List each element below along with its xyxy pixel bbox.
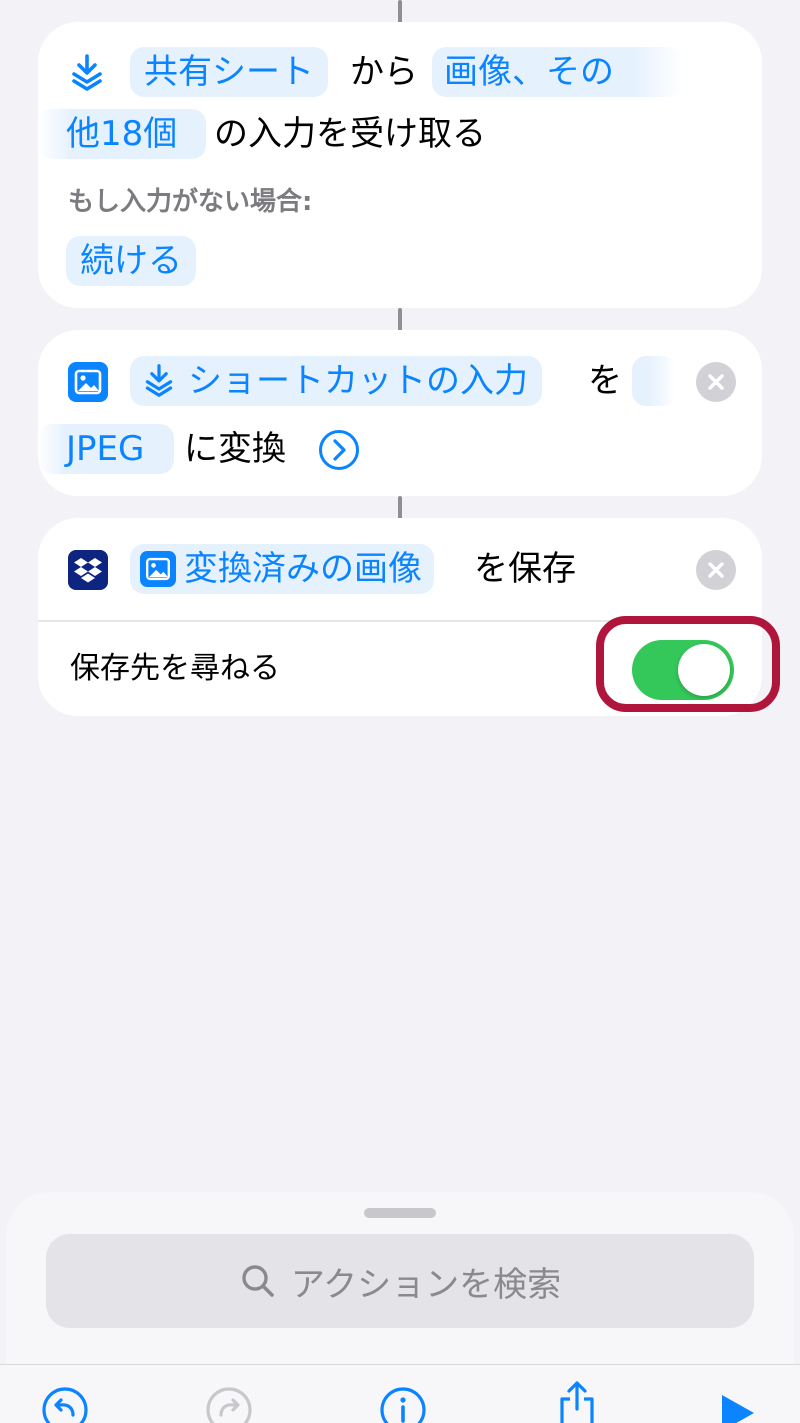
- close-icon: [708, 562, 724, 578]
- input-types-chip-continued[interactable]: 他18個: [38, 109, 206, 159]
- shortcut-input-icon: [142, 362, 176, 412]
- chevron-circle-right-icon[interactable]: [318, 429, 360, 475]
- action-receive-input[interactable]: 共有シート から 画像、その 他18個 の入力を受け取る もし入力がない場合: …: [38, 22, 762, 308]
- search-input[interactable]: アクションを検索: [46, 1234, 754, 1328]
- no-input-label: もし入力がない場合:: [68, 187, 313, 217]
- info-button[interactable]: [378, 1385, 428, 1423]
- connector-line: [398, 308, 402, 332]
- share-sheet-chip[interactable]: 共有シート: [130, 47, 328, 97]
- converted-image-variable-chip[interactable]: 変換済みの画像: [130, 544, 434, 594]
- info-icon: [380, 1387, 426, 1423]
- shortcut-input-icon: [68, 52, 106, 96]
- play-icon: [722, 1395, 754, 1423]
- photo-icon: [140, 551, 176, 601]
- format-chip-fade[interactable]: [632, 356, 676, 406]
- text-save: を保存: [474, 549, 576, 589]
- close-button[interactable]: [696, 550, 736, 590]
- input-types-chip[interactable]: 画像、その: [432, 47, 682, 97]
- text-from: から: [350, 52, 418, 92]
- connector-line: [398, 0, 402, 24]
- text-convert: に変換: [184, 429, 286, 469]
- close-icon: [708, 374, 724, 390]
- close-button[interactable]: [696, 362, 736, 402]
- converted-image-chip-label: 変換済みの画像: [184, 549, 422, 589]
- photo-icon: [68, 362, 108, 406]
- share-icon: [560, 1381, 594, 1423]
- redo-button[interactable]: [204, 1385, 254, 1423]
- text-wo: を: [588, 361, 622, 401]
- search-placeholder: アクションを検索: [290, 1264, 562, 1305]
- play-button[interactable]: [716, 1391, 766, 1423]
- actions-sheet[interactable]: アクションを検索: [6, 1192, 794, 1364]
- action-convert-image[interactable]: ショートカットの入力 を JPEG に変換: [38, 330, 762, 496]
- search-icon: [242, 1265, 274, 1297]
- redo-icon: [206, 1387, 252, 1423]
- ask-destination-label: 保存先を尋ねる: [70, 651, 280, 686]
- connector-line: [398, 496, 402, 520]
- text-receive-input: の入力を受け取る: [214, 114, 486, 154]
- share-button[interactable]: [552, 1379, 602, 1423]
- dropbox-icon: [68, 550, 108, 594]
- bottom-toolbar: [0, 1364, 800, 1423]
- undo-button[interactable]: [40, 1385, 90, 1423]
- continue-chip[interactable]: 続ける: [66, 236, 196, 286]
- undo-icon: [42, 1387, 88, 1423]
- shortcut-input-variable-chip[interactable]: ショートカットの入力: [130, 356, 542, 406]
- toggle-highlight-annotation: [596, 616, 780, 712]
- shortcut-input-chip-label: ショートカットの入力: [188, 361, 528, 401]
- format-chip[interactable]: JPEG: [38, 424, 174, 474]
- sheet-grabber[interactable]: [364, 1208, 436, 1218]
